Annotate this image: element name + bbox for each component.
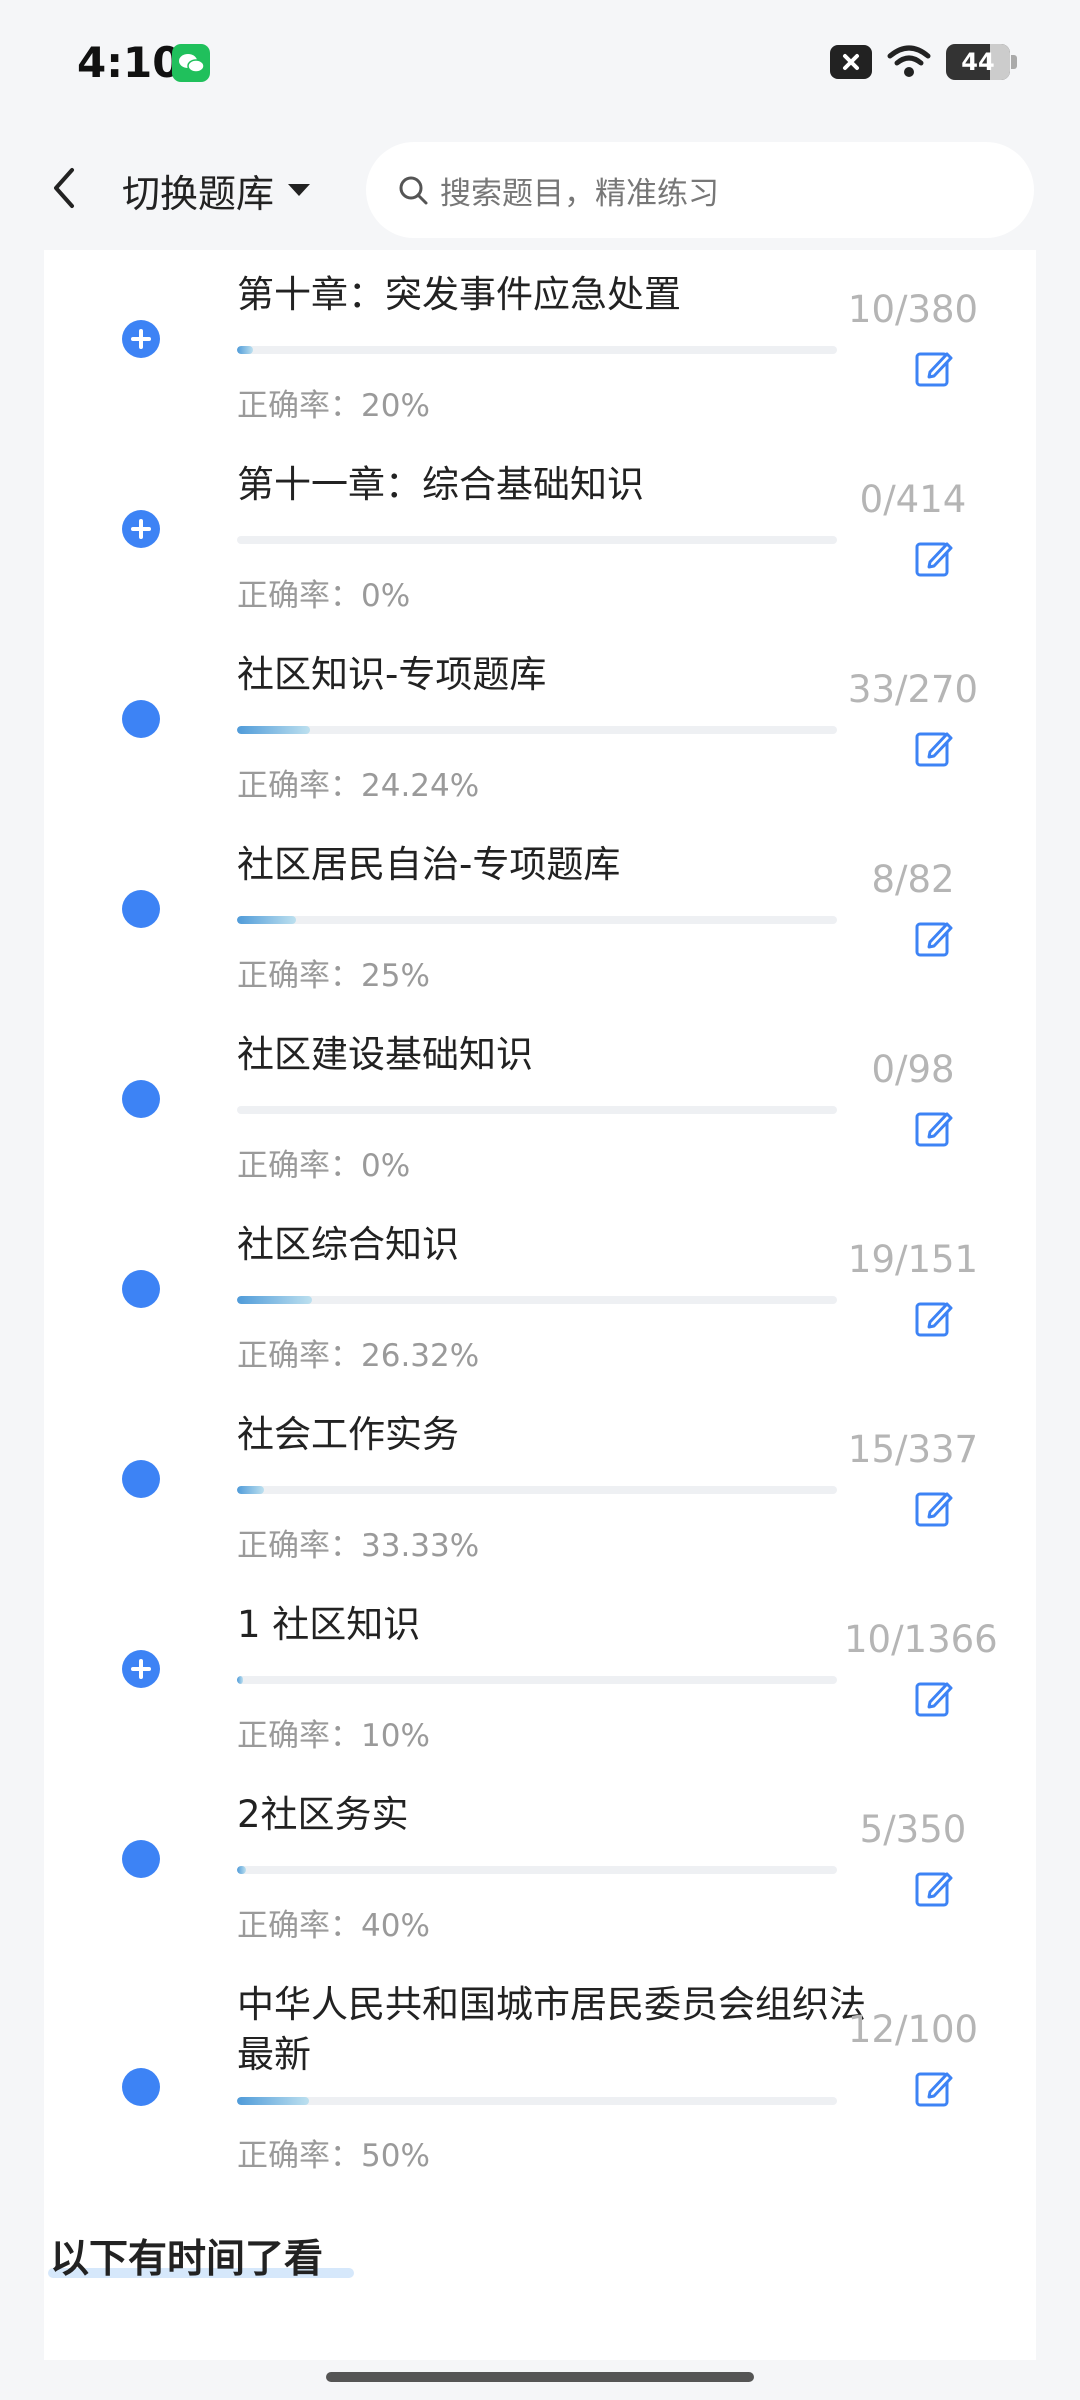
back-button[interactable]	[40, 158, 90, 218]
progress-count: 8/82	[871, 858, 955, 901]
progress-bar	[237, 346, 837, 354]
edit-icon[interactable]	[914, 538, 954, 578]
search-input[interactable]: 搜索题目，精准练习	[366, 142, 1034, 238]
edit-icon[interactable]	[914, 348, 954, 388]
progress-bar	[237, 726, 837, 734]
list-item[interactable]: 中华人民共和国城市居民委员会组织法 最新正确率：50% 12/100	[44, 1960, 1036, 2200]
accuracy-rate: 正确率：26.32%	[237, 1338, 480, 1374]
accuracy-rate: 正确率：20%	[237, 388, 430, 424]
item-title: 社区知识-专项题库	[237, 653, 547, 696]
accuracy-rate: 正确率：0%	[237, 1148, 411, 1184]
progress-count: 0/98	[871, 1048, 955, 1091]
edit-icon[interactable]	[914, 918, 954, 958]
list-item[interactable]: 社区知识-专项题库正确率：24.24% 33/270	[44, 630, 1036, 820]
progress-count: 15/337	[847, 1428, 979, 1471]
dot-icon	[122, 1460, 160, 1498]
edit-icon[interactable]	[914, 728, 954, 768]
progress-fill	[237, 916, 296, 924]
progress-bar	[237, 2097, 837, 2105]
search-icon	[399, 176, 428, 205]
switch-question-bank-button[interactable]: 切换题库	[122, 160, 312, 220]
battery-icon: 44	[946, 44, 1017, 80]
list-item[interactable]: 1 社区知识正确率：10% 10/1366	[44, 1580, 1036, 1770]
caret-down-icon	[288, 184, 311, 196]
plus-circle-icon[interactable]	[122, 1650, 160, 1688]
progress-fill	[237, 346, 253, 354]
list-item[interactable]: 第十一章：综合基础知识正确率：0% 0/414	[44, 440, 1036, 630]
list-item[interactable]: 社区建设基础知识正确率：0% 0/98	[44, 1010, 1036, 1200]
item-title: 社区居民自治-专项题库	[237, 843, 621, 886]
accuracy-rate: 正确率：10%	[237, 1718, 430, 1754]
progress-bar	[237, 916, 837, 924]
edit-icon[interactable]	[914, 1488, 954, 1528]
dot-icon	[122, 1080, 160, 1118]
item-title: 社区综合知识	[237, 1223, 459, 1266]
battery-level: 44	[961, 48, 995, 76]
list-item[interactable]: 第十章：突发事件应急处置正确率：20% 10/380	[44, 250, 1036, 440]
item-title: 社会工作实务	[237, 1413, 459, 1456]
plus-circle-icon[interactable]	[122, 510, 160, 548]
progress-count: 10/380	[847, 288, 979, 331]
progress-count: 19/151	[847, 1238, 979, 1281]
progress-fill	[237, 2097, 309, 2105]
edit-icon[interactable]	[914, 1678, 954, 1718]
progress-fill	[237, 1296, 313, 1304]
dot-icon	[122, 890, 160, 928]
progress-count: 10/1366	[844, 1618, 998, 1661]
list-item[interactable]: 社区居民自治-专项题库正确率：25% 8/82	[44, 820, 1036, 1010]
close-notification-icon	[830, 45, 872, 79]
progress-fill	[237, 1486, 264, 1494]
wechat-icon	[172, 44, 210, 82]
wifi-icon	[887, 45, 931, 77]
progress-bar	[237, 1106, 837, 1114]
edit-icon[interactable]	[914, 1868, 954, 1908]
progress-bar	[237, 536, 837, 544]
edit-icon[interactable]	[914, 2068, 954, 2108]
dot-icon	[122, 1840, 160, 1878]
item-title: 第十章：突发事件应急处置	[237, 273, 681, 316]
accuracy-rate: 正确率：50%	[237, 2138, 430, 2174]
top-navigation: 切换题库 搜索题目，精准练习	[0, 130, 1080, 250]
list-item[interactable]: 社区综合知识正确率：26.32% 19/151	[44, 1200, 1036, 1390]
list-item[interactable]: 2社区务实正确率：40% 5/350	[44, 1770, 1036, 1960]
progress-count: 12/100	[847, 2008, 979, 2051]
progress-fill	[237, 1866, 246, 1874]
status-time: 4:10	[77, 38, 182, 87]
item-title: 中华人民共和国城市居民委员会组织法 最新	[237, 1983, 866, 2076]
dot-icon	[122, 700, 160, 738]
status-bar: 4:10 44	[0, 0, 1080, 130]
edit-icon[interactable]	[914, 1108, 954, 1148]
dot-icon	[122, 2068, 160, 2106]
status-icons: 44	[830, 42, 1017, 82]
home-indicator[interactable]	[326, 2372, 754, 2382]
progress-fill	[237, 726, 311, 734]
accuracy-rate: 正确率：0%	[237, 578, 411, 614]
progress-bar	[237, 1866, 837, 1874]
item-title: 第十一章：综合基础知识	[237, 463, 644, 506]
section-title: 以下有时间了看	[50, 2237, 324, 2282]
progress-count: 0/414	[859, 478, 967, 521]
item-title: 1 社区知识	[237, 1603, 421, 1646]
dot-icon	[122, 1270, 160, 1308]
accuracy-rate: 正确率：40%	[237, 1908, 430, 1944]
progress-count: 5/350	[859, 1808, 967, 1851]
question-bank-list: 第十章：突发事件应急处置 正确率：20% 10/380 第十一章：综合基础知识 正确率：…	[44, 250, 1036, 2360]
list-item[interactable]: 社会工作实务正确率：33.33% 15/337	[44, 1390, 1036, 1580]
progress-fill	[237, 1676, 243, 1684]
progress-bar	[237, 1486, 837, 1494]
chevron-left-icon	[54, 168, 74, 208]
edit-icon[interactable]	[914, 1298, 954, 1338]
progress-bar	[237, 1676, 837, 1684]
accuracy-rate: 正确率：25%	[237, 958, 430, 994]
progress-bar	[237, 1296, 837, 1304]
item-title: 2社区务实	[237, 1793, 409, 1836]
progress-count: 33/270	[847, 668, 979, 711]
plus-circle-icon[interactable]	[122, 320, 160, 358]
switch-bank-label: 切换题库	[122, 171, 275, 216]
accuracy-rate: 正确率：24.24%	[237, 768, 480, 804]
item-title: 社区建设基础知识	[237, 1033, 533, 1076]
accuracy-rate: 正确率：33.33%	[237, 1528, 480, 1564]
search-placeholder: 搜索题目，精准练习	[440, 175, 719, 212]
